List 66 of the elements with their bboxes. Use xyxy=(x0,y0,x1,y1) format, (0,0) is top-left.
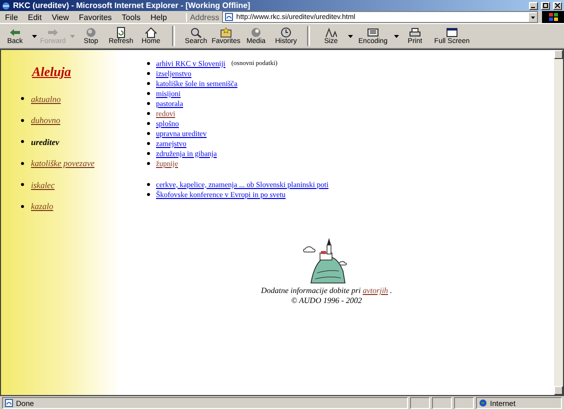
caret-icon xyxy=(394,34,398,38)
close-button[interactable] xyxy=(553,2,562,10)
stop-icon xyxy=(85,27,97,38)
status-pane xyxy=(432,397,452,409)
bullet-icon xyxy=(21,162,24,165)
encoding-icon xyxy=(367,27,379,38)
forward-arrow-icon xyxy=(47,27,59,38)
bullet-icon xyxy=(147,192,150,196)
caret-icon xyxy=(348,34,352,38)
contact-text: Dodatne informacije dobite pri avtorjih . xyxy=(260,286,392,295)
bullet-icon xyxy=(21,118,24,122)
bullet-icon xyxy=(21,183,24,186)
copyright-text: © AUDO 1996 - 2002 xyxy=(291,296,362,305)
menu-item[interactable]: View xyxy=(46,12,74,22)
menu-item[interactable]: Edit xyxy=(22,12,47,22)
back-arrow-icon xyxy=(9,27,21,38)
status-pane xyxy=(454,397,474,409)
bullet-icon xyxy=(147,122,150,124)
font-size-icon xyxy=(325,27,337,38)
caret-icon xyxy=(70,34,74,38)
bullet-icon xyxy=(147,182,150,186)
sidebar-link[interactable]: duhovno xyxy=(31,115,60,126)
page-icon xyxy=(5,399,13,407)
authors-link[interactable]: avtorjih xyxy=(362,286,388,295)
status-pane xyxy=(410,397,430,409)
minimize-button[interactable] xyxy=(529,2,538,10)
star-folder-icon xyxy=(220,27,232,38)
bullet-icon xyxy=(21,97,24,100)
bullet-icon xyxy=(147,82,150,84)
page-refresh-icon xyxy=(115,27,127,38)
home-icon xyxy=(145,27,157,38)
caret-icon xyxy=(32,34,36,38)
bullet-icon xyxy=(147,162,150,164)
page-icon xyxy=(225,13,234,21)
menu-item[interactable]: Favorites xyxy=(74,12,117,22)
bullet-icon xyxy=(147,112,150,114)
window-title: RKC (ureditev) - Microsoft Internet Explorer - [Working Offline] xyxy=(13,1,252,10)
sidebar-link[interactable]: ureditev xyxy=(31,136,60,147)
bullet-icon xyxy=(147,132,150,134)
menu-item[interactable]: File xyxy=(0,12,23,22)
bullet-icon xyxy=(147,142,150,144)
bullet-icon xyxy=(147,92,150,94)
history-icon xyxy=(280,27,292,38)
bullet-icon xyxy=(147,102,150,104)
search-icon xyxy=(190,27,202,38)
windows-logo xyxy=(542,11,564,23)
maximize-button[interactable] xyxy=(541,2,550,10)
menu-item[interactable]: Tools xyxy=(116,12,146,22)
bullet-icon xyxy=(147,72,150,74)
close-icon xyxy=(555,3,560,8)
browser-icon xyxy=(2,2,10,10)
menu-item[interactable]: Help xyxy=(145,12,172,22)
sidebar-link[interactable]: iskalec xyxy=(31,180,55,190)
bullet-icon xyxy=(147,152,150,154)
globe-icon xyxy=(479,399,487,407)
bullet-icon xyxy=(147,62,150,64)
full-screen-icon xyxy=(446,27,458,38)
bullet-icon xyxy=(21,204,24,208)
sidebar-link[interactable]: kazalo xyxy=(31,201,54,212)
sidebar-link[interactable]: katoliške povezave xyxy=(31,158,94,168)
sidebar-link[interactable]: aktualno xyxy=(31,94,61,104)
maximize-icon xyxy=(543,3,548,8)
printer-icon xyxy=(409,27,421,38)
site-title-link[interactable]: Aleluja xyxy=(32,64,121,80)
bullet-icon xyxy=(21,140,24,144)
media-icon xyxy=(250,27,262,38)
